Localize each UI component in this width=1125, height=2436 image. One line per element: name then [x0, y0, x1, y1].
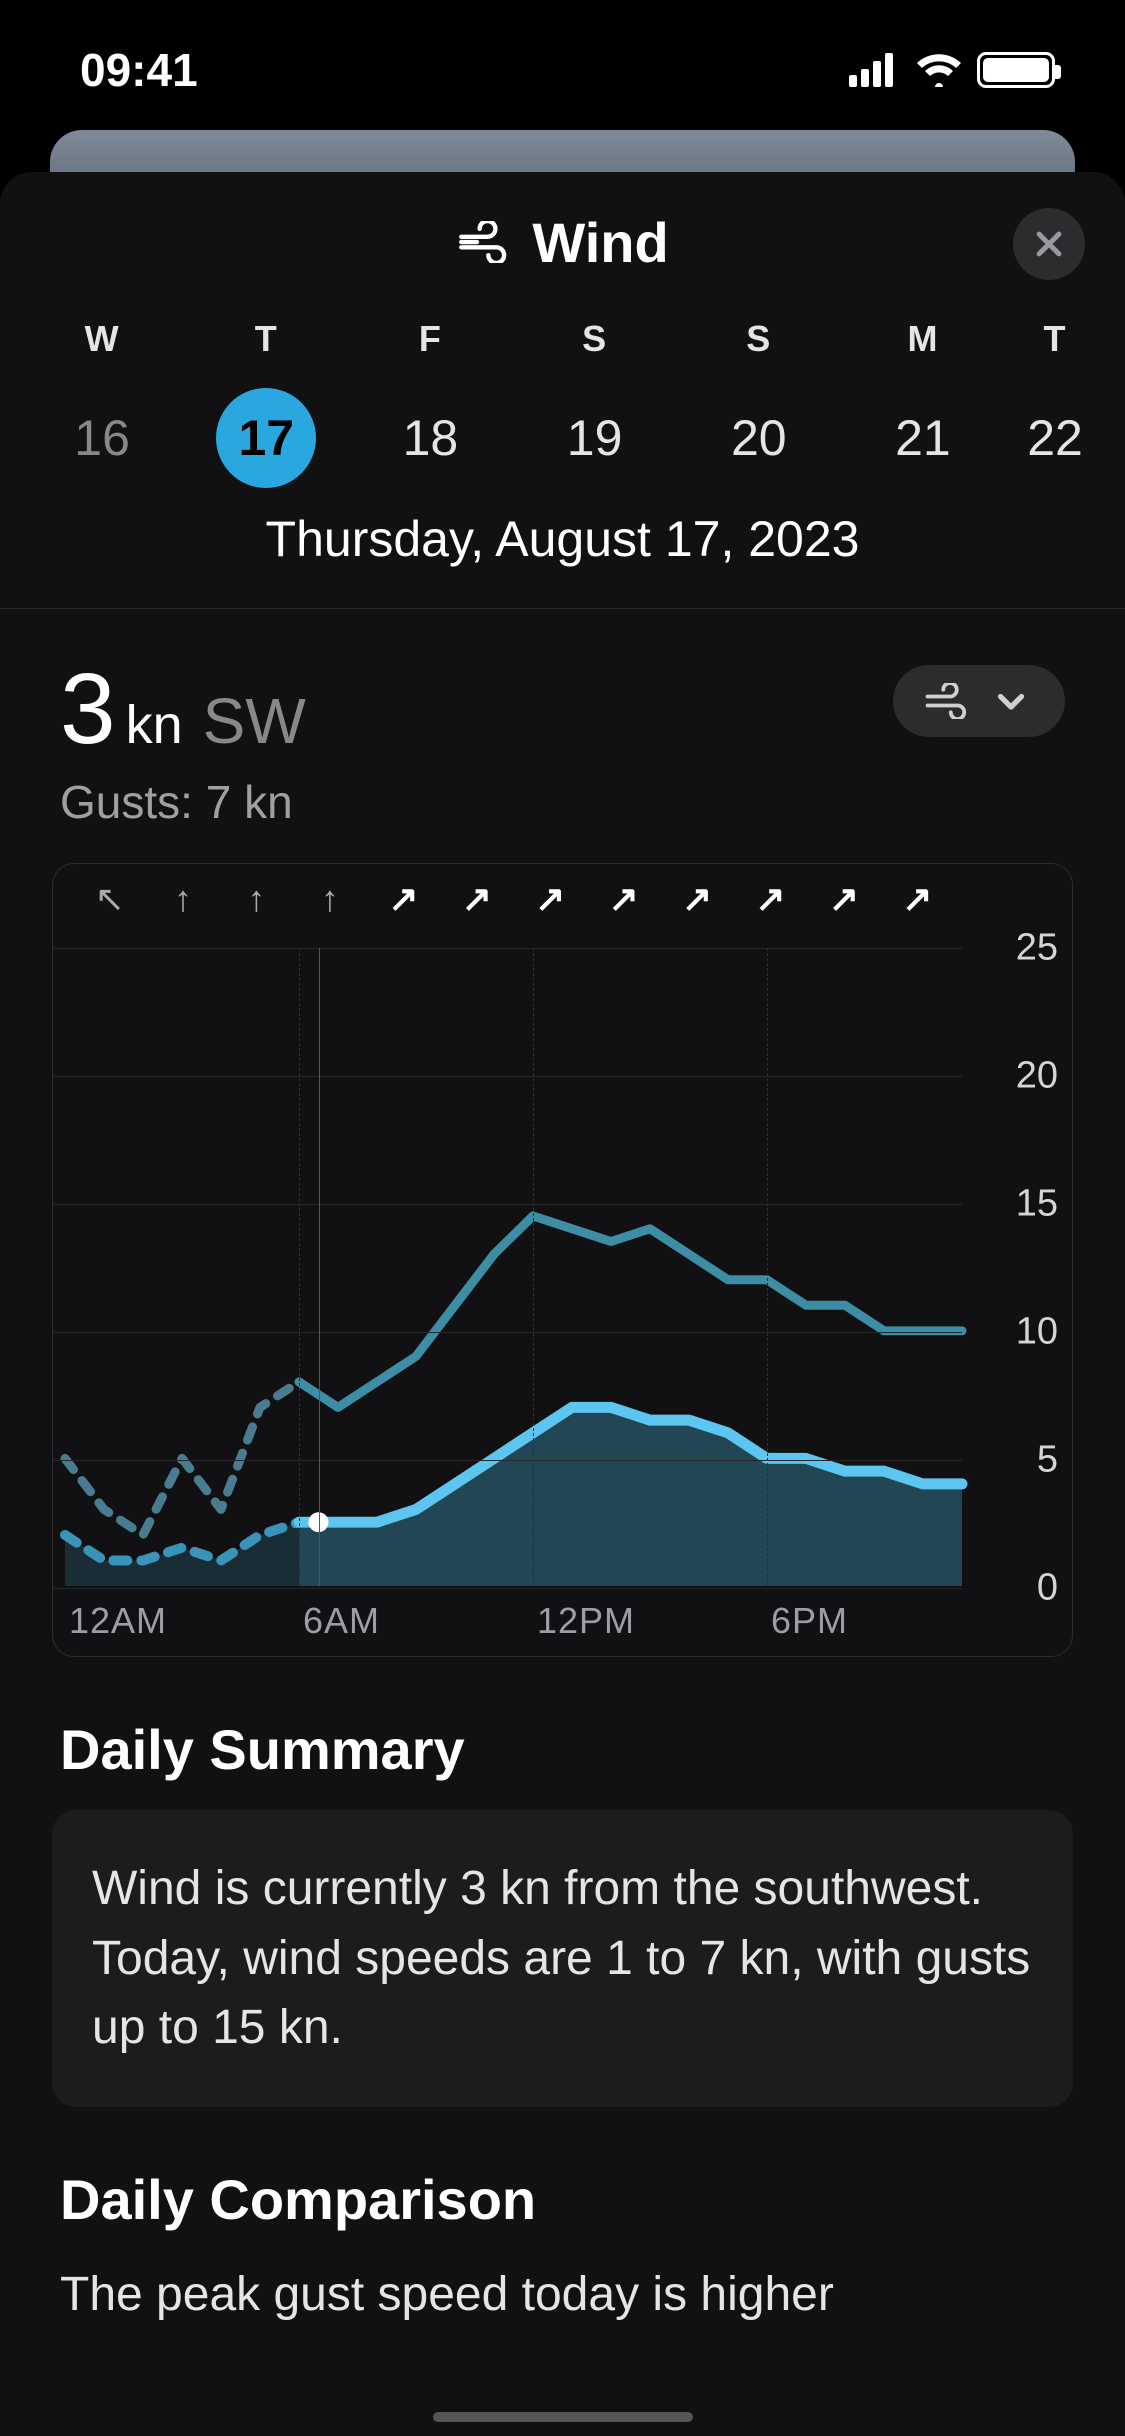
wind-detail-sheet: Wind W 16 T 17 F 18 S 19 S 20 M 21 T 22 Thursday, Aug… — [0, 172, 1125, 2436]
wind-icon — [456, 221, 512, 263]
chart-plot-area — [65, 948, 962, 1586]
battery-icon — [977, 52, 1055, 88]
day-number: 18 — [380, 388, 480, 488]
chevron-down-icon — [987, 683, 1035, 719]
status-bar: 09:41 — [0, 0, 1125, 140]
y-tick: 5 — [1037, 1439, 1058, 1482]
now-line — [319, 948, 320, 1586]
wind-direction-arrow: ↗ — [514, 878, 587, 938]
current-conditions-row: 3 kn SW — [0, 609, 1125, 769]
daily-comparison-text: The peak gust speed today is higher — [0, 2260, 1125, 2330]
wind-unit: kn — [126, 694, 183, 756]
weekday-label: S — [513, 318, 677, 360]
cellular-icon — [849, 53, 901, 87]
wind-chart[interactable]: ↖↑↑↑↗↗↗↗↗↗↗↗ 252015105012AM6AM12PM6PM — [52, 863, 1073, 1657]
y-tick: 15 — [1016, 1183, 1058, 1226]
wind-direction-arrow: ↑ — [293, 878, 366, 938]
sheet-title: Wind — [532, 210, 668, 275]
wind-direction-arrow: ↗ — [734, 878, 807, 938]
status-indicators — [849, 52, 1055, 88]
wind-direction-arrow: ↗ — [587, 878, 660, 938]
wind-direction: SW — [203, 684, 306, 758]
y-tick: 0 — [1037, 1567, 1058, 1610]
status-time: 09:41 — [80, 43, 198, 97]
close-button[interactable] — [1013, 208, 1085, 280]
weekday-label: T — [184, 318, 348, 360]
day-number: 21 — [873, 388, 973, 488]
x-tick: 6AM — [303, 1600, 380, 1642]
wind-direction-arrow: ↗ — [881, 878, 954, 938]
day-number: 16 — [52, 388, 152, 488]
wind-direction-arrow: ↑ — [220, 878, 293, 938]
wifi-icon — [915, 53, 963, 87]
day-picker[interactable]: W 16 T 17 F 18 S 19 S 20 M 21 T 22 — [0, 312, 1125, 488]
weekday-label: F — [348, 318, 512, 360]
day-cell-19[interactable]: S 19 — [513, 318, 677, 488]
wind-direction-row: ↖↑↑↑↗↗↗↗↗↗↗↗ — [73, 878, 954, 938]
gusts-label: Gusts: 7 kn — [0, 775, 1125, 829]
day-number: 22 — [1005, 388, 1105, 488]
weekday-label: S — [677, 318, 841, 360]
selected-date-label: Thursday, August 17, 2023 — [0, 488, 1125, 608]
wind-icon — [923, 683, 971, 719]
wind-direction-arrow: ↖ — [73, 878, 146, 938]
wind-direction-arrow: ↗ — [440, 878, 513, 938]
y-tick: 25 — [1016, 927, 1058, 970]
day-cell-17[interactable]: T 17 — [184, 318, 348, 488]
daily-summary-card: Wind is currently 3 kn from the southwes… — [52, 1810, 1073, 2107]
day-cell-21[interactable]: M 21 — [841, 318, 1005, 488]
day-cell-20[interactable]: S 20 — [677, 318, 841, 488]
wind-direction-arrow: ↑ — [146, 878, 219, 938]
day-number: 20 — [709, 388, 809, 488]
metric-select-button[interactable] — [893, 665, 1065, 737]
day-number: 17 — [216, 388, 316, 488]
day-number: 19 — [545, 388, 645, 488]
day-cell-22[interactable]: T 22 — [1005, 318, 1105, 488]
day-cell-18[interactable]: F 18 — [348, 318, 512, 488]
wind-direction-arrow: ↗ — [367, 878, 440, 938]
x-tick: 12PM — [537, 1600, 635, 1642]
weekday-label: M — [841, 318, 1005, 360]
wind-direction-arrow: ↗ — [660, 878, 733, 938]
day-cell-16[interactable]: W 16 — [20, 318, 184, 488]
sheet-header: Wind — [0, 172, 1125, 312]
x-tick: 12AM — [69, 1600, 167, 1642]
weekday-label: W — [20, 318, 184, 360]
close-icon — [1032, 227, 1066, 261]
weekday-label: T — [1005, 318, 1105, 360]
y-tick: 10 — [1016, 1311, 1058, 1354]
wind-direction-arrow: ↗ — [807, 878, 880, 938]
current-wind-speed: 3 — [60, 659, 116, 759]
daily-summary-title: Daily Summary — [0, 1657, 1125, 1810]
y-tick: 20 — [1016, 1055, 1058, 1098]
home-indicator[interactable] — [433, 2412, 693, 2422]
x-tick: 6PM — [771, 1600, 848, 1642]
daily-comparison-title: Daily Comparison — [0, 2107, 1125, 2260]
